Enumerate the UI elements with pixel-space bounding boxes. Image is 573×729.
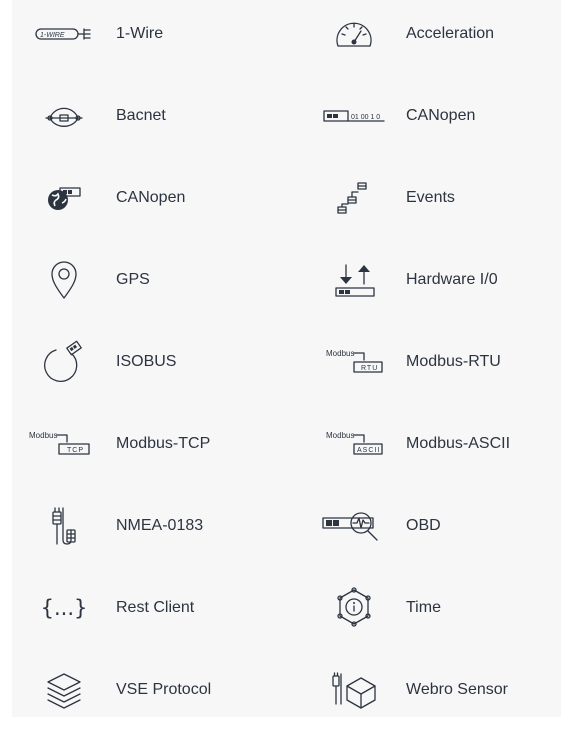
modbus-tcp-icon: Modbus TCP: [24, 414, 104, 474]
svg-text:01 00 1 0: 01 00 1 0: [351, 114, 380, 121]
obd-magnifier-icon: [314, 496, 394, 556]
protocol-label: ISOBUS: [116, 353, 177, 370]
svg-text:Modbus: Modbus: [29, 431, 57, 440]
one-wire-icon: 1-WIRE: [24, 4, 104, 64]
modbus-rtu-icon: Modbus RTU: [314, 332, 394, 392]
protocol-label: 1-Wire: [116, 25, 164, 42]
svg-text:1-WIRE: 1-WIRE: [40, 32, 65, 39]
protocol-label: Time: [406, 599, 441, 616]
isobus-cable-icon: [24, 332, 104, 392]
time-network-icon: [314, 578, 394, 638]
protocol-label: CANopen: [116, 189, 186, 206]
sensor-cube-icon: [314, 660, 394, 720]
protocol-label: Bacnet: [116, 107, 166, 124]
events-flow-icon: [314, 168, 394, 228]
layers-icon: [24, 660, 104, 720]
protocol-label: Modbus-ASCII: [406, 435, 511, 452]
svg-text:{...}: {...}: [41, 596, 88, 620]
gauge-icon: [314, 4, 394, 64]
protocol-label: Hardware I/0: [406, 271, 498, 288]
protocol-list: 1-WIRE 1-Wire Acceleration Bacnet 01 00 …: [12, 0, 561, 717]
protocol-label: CANopen: [406, 107, 476, 124]
protocol-label: GPS: [116, 271, 150, 288]
protocol-label: Modbus-TCP: [116, 435, 211, 452]
svg-text:TCP: TCP: [67, 447, 84, 454]
globe-device-icon: [24, 168, 104, 228]
network-node-icon: [24, 86, 104, 146]
protocol-label: VSE Protocol: [116, 681, 212, 698]
protocol-label: Webro Sensor: [406, 681, 508, 698]
io-arrows-icon: [314, 250, 394, 310]
protocol-label: OBD: [406, 517, 441, 534]
protocol-label: Events: [406, 189, 455, 206]
can-bus-icon: 01 00 1 0: [314, 86, 394, 146]
protocol-label: NMEA-0183: [116, 517, 204, 534]
modbus-ascii-icon: Modbus ASCII: [314, 414, 394, 474]
protocol-label: Modbus-RTU: [406, 353, 501, 370]
svg-text:ASCII: ASCII: [357, 447, 380, 454]
svg-text:Modbus: Modbus: [326, 349, 354, 358]
svg-text:RTU: RTU: [361, 365, 378, 372]
map-pin-icon: [24, 250, 104, 310]
braces-icon: {...}: [24, 578, 104, 638]
protocol-label: Rest Client: [116, 599, 195, 616]
connector-cable-icon: [24, 496, 104, 556]
svg-text:Modbus: Modbus: [326, 431, 354, 440]
protocol-label: Acceleration: [406, 25, 495, 42]
